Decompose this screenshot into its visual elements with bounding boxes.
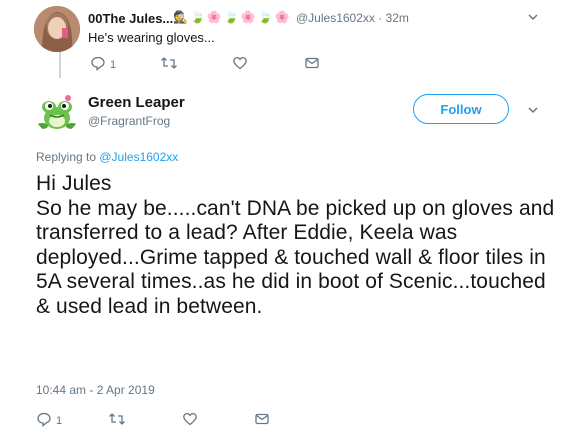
- retweet-button[interactable]: [108, 411, 126, 430]
- emoji-badge: 🍃: [257, 10, 273, 24]
- like-button[interactable]: [232, 55, 248, 74]
- heart-icon: [232, 55, 248, 74]
- author-name[interactable]: Green Leaper: [88, 94, 185, 111]
- avatar[interactable]: [34, 6, 80, 52]
- follow-button[interactable]: Follow: [413, 94, 509, 124]
- name-emoji-badges: 🕵 🍃 🌸 🍃 🌸 🍃 🌸: [173, 9, 290, 25]
- envelope-icon: [254, 411, 270, 430]
- chevron-down-icon[interactable]: [527, 103, 539, 119]
- tweet-text: Hi Jules So he may be.....can't DNA be p…: [36, 172, 555, 318]
- emoji-badge: 🍃: [189, 10, 205, 24]
- reply-icon: [36, 411, 52, 430]
- author-handle[interactable]: @FragrantFrog: [88, 114, 170, 128]
- emoji-badge: 🌸: [240, 10, 256, 24]
- reply-count: 1: [110, 58, 117, 71]
- chevron-down-icon[interactable]: [527, 10, 539, 26]
- emoji-badge: 🍃: [223, 10, 239, 24]
- replying-to-link[interactable]: @Jules1602xx: [99, 150, 178, 164]
- parent-tweet-text: He's wearing gloves...: [88, 30, 215, 45]
- frog-avatar[interactable]: [34, 88, 80, 134]
- like-button[interactable]: [182, 411, 198, 430]
- retweet-icon: [108, 411, 126, 430]
- replying-prefix: Replying to: [36, 150, 100, 164]
- reply-icon: [90, 55, 106, 74]
- parent-author-name[interactable]: 00The Jules...: [88, 11, 173, 26]
- emoji-badge: 🌸: [206, 10, 222, 24]
- reply-button[interactable]: 1: [36, 411, 62, 430]
- tweet-timestamp[interactable]: 10:44 am - 2 Apr 2019: [36, 383, 155, 397]
- parent-handle-time[interactable]: @Jules1602xx · 32m: [296, 11, 409, 25]
- replying-to: Replying to @Jules1602xx: [36, 150, 178, 164]
- retweet-icon: [160, 55, 178, 74]
- emoji-badge: 🌸: [274, 10, 290, 24]
- thread-line: [59, 52, 61, 78]
- reply-count: 1: [56, 414, 63, 427]
- direct-message-button[interactable]: [304, 55, 320, 74]
- emoji-badge: 🕵: [173, 10, 188, 24]
- heart-icon: [182, 411, 198, 430]
- envelope-icon: [304, 55, 320, 74]
- direct-message-button[interactable]: [254, 411, 270, 430]
- reply-button[interactable]: 1: [90, 55, 116, 74]
- retweet-button[interactable]: [160, 55, 178, 74]
